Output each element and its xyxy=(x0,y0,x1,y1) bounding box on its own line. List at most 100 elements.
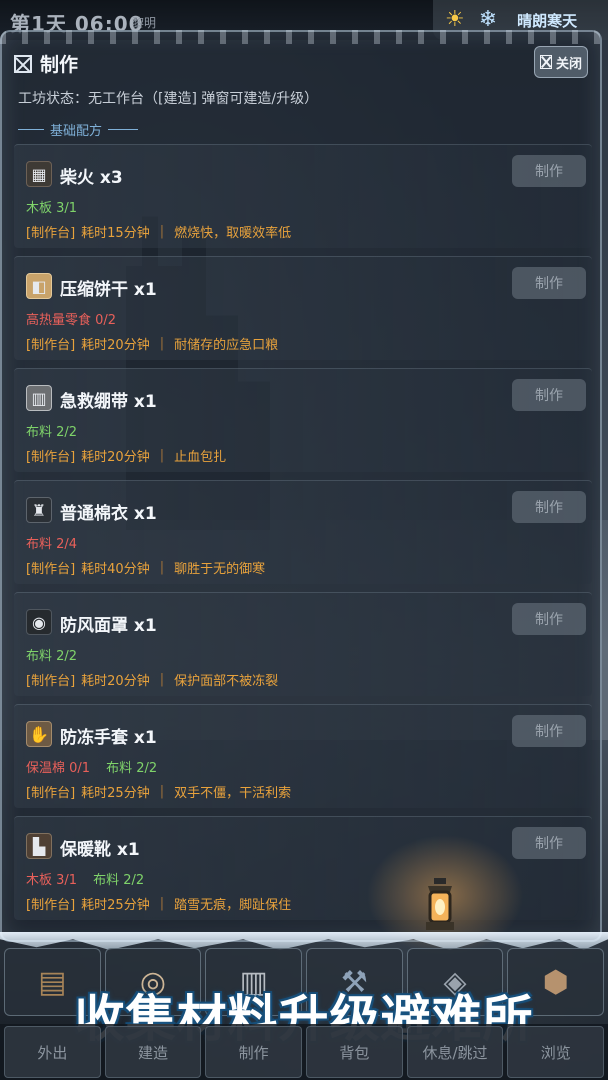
recipe-description: 止血包扎 xyxy=(174,450,227,465)
material-requirement: 保温棉 0/1 xyxy=(26,761,91,776)
recipe-materials: 布料 2/4 xyxy=(26,533,77,552)
recipe-info: [制作台] 耗时40分钟 | 聊胜于无的御寒 xyxy=(26,558,265,577)
weather-label: 晴朗寒天 xyxy=(517,11,578,30)
recipe-card: ◉ 防风面罩 x1 制作布料 2/2 [制作台] 耗时20分钟 | 保护面部不被冻裂 xyxy=(14,592,592,696)
recipe-station: [制作台] xyxy=(26,450,76,465)
material-requirement: 木板 3/1 xyxy=(26,201,78,216)
section-title-label: 基础配方 xyxy=(50,124,103,139)
mask-icon: ◉ xyxy=(26,609,52,635)
bandage-icon: ▥ xyxy=(26,385,52,411)
recipe-list: ▦ 柴火 x3 制作 木板 3/1 [制作台] 耗时15分钟 | 燃烧快，取暖效率低 ◧ 压缩饼干… xyxy=(14,144,592,928)
recipe-time: 耗时25分钟 xyxy=(81,898,150,913)
recipe-station: [制作台] xyxy=(26,338,76,353)
recipe-info: [制作台] 耗时25分钟 | 踏雪无痕，脚趾保住 xyxy=(26,894,291,913)
recipe-time: 耗时20分钟 xyxy=(81,674,150,689)
craft-button[interactable]: 制作 xyxy=(512,379,586,411)
recipe-station: [制作台] xyxy=(26,898,76,913)
info-separator: | xyxy=(159,560,165,575)
recipe-card: ▥ 急救绷带 x1 制作布料 2/2 [制作台] 耗时20分钟 | 止血包扎 xyxy=(14,368,592,472)
bottom-nav: 外出 建造 制作 背包 休息/跳过 浏览 xyxy=(0,1024,608,1080)
recipe-materials: 布料 2/2 xyxy=(26,421,77,440)
modal-header: 制作 xyxy=(14,50,78,77)
recipe-materials: 高热量零食 0/2 xyxy=(26,309,116,328)
recipe-time: 耗时20分钟 xyxy=(81,338,150,353)
firewood-icon: ▦ xyxy=(26,161,52,187)
workshop-status: 工坊状态：无工作台（[建造] 弹窗可建造/升级） xyxy=(18,91,319,107)
nav-backpack[interactable]: 背包 xyxy=(306,1026,403,1078)
recipe-station: [制作台] xyxy=(26,562,76,577)
section-title: 基础配方 xyxy=(18,120,139,139)
recipe-info: [制作台] 耗时20分钟 | 止血包扎 xyxy=(26,446,226,465)
recipe-station: [制作台] xyxy=(26,674,76,689)
recipe-station: [制作台] xyxy=(26,226,76,241)
recipe-description: 聊胜于无的御寒 xyxy=(174,562,266,577)
recipe-info: [制作台] 耗时20分钟 | 保护面部不被冻裂 xyxy=(26,670,278,689)
nav-rest-skip[interactable]: 休息/跳过 xyxy=(406,1026,504,1078)
material-requirement: 布料 2/2 xyxy=(26,649,78,664)
snowflake-icon: ❄ xyxy=(478,7,498,32)
craft-button[interactable]: 制作 xyxy=(512,603,586,635)
recipe-name: 防风面罩 x1 xyxy=(60,616,157,636)
crafting-icon xyxy=(14,54,32,73)
material-requirement: 木板 3/1 xyxy=(26,873,78,888)
recipe-description: 保护面部不被冻裂 xyxy=(174,674,279,689)
biscuit-icon: ◧ xyxy=(26,273,52,299)
close-icon xyxy=(539,55,552,69)
nav-browse[interactable]: 浏览 xyxy=(507,1026,605,1078)
recipe-card: ✋ 防冻手套 x1 制作保温棉 0/1 布料 2/2 [制作台] 耗时25分钟 | 双手不僵，… xyxy=(14,704,592,808)
frost-edge-top xyxy=(0,30,602,44)
recipe-time: 耗时25分钟 xyxy=(81,786,150,801)
info-separator: | xyxy=(159,784,165,799)
craft-button[interactable]: 制作 xyxy=(512,715,586,747)
recipe-materials: 保温棉 0/1 布料 2/2 xyxy=(26,757,157,776)
recipe-info: [制作台] 耗时15分钟 | 燃烧快，取暖效率低 xyxy=(26,222,291,241)
modal-title: 制作 xyxy=(40,54,79,76)
recipe-station: [制作台] xyxy=(26,786,76,801)
sun-icon: ☀ xyxy=(445,7,465,32)
material-requirement: 布料 2/2 xyxy=(106,761,158,776)
recipe-card: ▦ 柴火 x3 制作木板 3/1 [制作台] 耗时15分钟 | 燃烧快，取暖效率低 xyxy=(14,144,592,248)
gloves-icon: ✋ xyxy=(26,721,52,747)
recipe-name: 普通棉衣 x1 xyxy=(60,504,157,524)
info-separator: | xyxy=(159,896,165,911)
material-requirement: 布料 2/2 xyxy=(26,425,78,440)
recipe-description: 踏雪无痕，脚趾保住 xyxy=(174,898,292,913)
close-button-label: 关闭 xyxy=(555,56,582,72)
recipe-materials: 木板 3/1 xyxy=(26,197,77,216)
recipe-name: 防冻手套 x1 xyxy=(60,728,157,748)
boots-icon: ▙ xyxy=(26,833,52,859)
info-separator: | xyxy=(159,336,165,351)
info-separator: | xyxy=(159,224,165,239)
recipe-materials: 木板 3/1 布料 2/2 xyxy=(26,869,144,888)
recipe-time: 耗时40分钟 xyxy=(81,562,150,577)
crafting-modal: 制作 关闭 工坊状态：无工作台（[建造] 弹窗可建造/升级） 基础配方 ▦ 柴火 … xyxy=(0,30,602,942)
recipe-info: [制作台] 耗时25分钟 | 双手不僵，干活利索 xyxy=(26,782,291,801)
recipe-card: ♜ 普通棉衣 x1 制作 布料 2/4 [制作台] 耗时40分钟 | 聊胜于无的御寒 xyxy=(14,480,592,584)
nav-craft[interactable]: 制作 xyxy=(205,1026,303,1078)
material-requirement: 布料 2/2 xyxy=(93,873,145,888)
craft-button[interactable]: 制作 xyxy=(512,491,586,523)
recipe-time: 耗时15分钟 xyxy=(81,226,150,241)
recipe-time: 耗时20分钟 xyxy=(81,450,150,465)
craft-button[interactable]: 制作 xyxy=(512,155,586,187)
info-separator: | xyxy=(159,672,165,687)
recipe-name: 急救绷带 x1 xyxy=(60,392,157,412)
recipe-name: 保暖靴 x1 xyxy=(60,840,140,860)
section-divider-right xyxy=(108,129,139,130)
info-separator: | xyxy=(159,448,165,463)
craft-button[interactable]: 制作 xyxy=(512,267,586,299)
lantern-icon xyxy=(426,878,454,930)
nav-build[interactable]: 建造 xyxy=(104,1026,202,1078)
recipe-card: ◧ 压缩饼干 x1 制作 高热量零食 0/2 [制作台] 耗时20分钟 | 耐储存的应急口粮 xyxy=(14,256,592,360)
close-button[interactable]: 关闭 xyxy=(534,46,588,78)
recipe-info: [制作台] 耗时20分钟 | 耐储存的应急口粮 xyxy=(26,334,278,353)
recipe-materials: 布料 2/2 xyxy=(26,645,77,664)
day-phase-label: 黎明 xyxy=(132,16,157,30)
section-divider-left xyxy=(18,129,44,130)
recipe-description: 耐储存的应急口粮 xyxy=(174,338,279,353)
recipe-description: 双手不僵，干活利索 xyxy=(174,786,292,801)
recipe-description: 燃烧快，取暖效率低 xyxy=(174,226,292,241)
recipe-name: 柴火 x3 xyxy=(60,168,123,188)
nav-go-out[interactable]: 外出 xyxy=(4,1026,101,1078)
material-requirement: 高热量零食 0/2 xyxy=(26,313,117,328)
